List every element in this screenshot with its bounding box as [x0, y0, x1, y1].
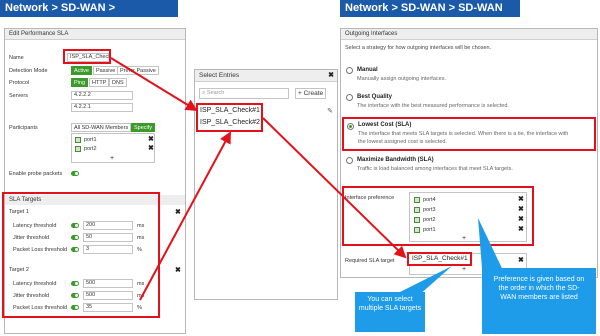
delete-target-1-icon[interactable]: ✖	[175, 209, 181, 217]
required-sla-value[interactable]: ISP_SLA_Check#1	[412, 255, 468, 262]
delete-target-2-icon[interactable]: ✖	[175, 267, 181, 275]
detection-passive-button[interactable]: Passive	[93, 66, 119, 75]
left-breadcrumb-banner: Network > SD-WAN > Performance SLA	[0, 0, 178, 31]
outgoing-header: Outgoing Interfaces	[341, 29, 597, 40]
participant-item[interactable]: port2	[84, 146, 97, 152]
add-sla-button[interactable]: +	[462, 266, 466, 273]
protocol-ping-button[interactable]: Ping	[71, 78, 89, 87]
strategy-intro-text: Select a strategy for how outgoing inter…	[345, 45, 492, 51]
name-highlight-box	[63, 49, 111, 64]
manual-desc: Manually assign outgoing interfaces.	[357, 76, 446, 82]
lowest-cost-desc: The interface that meets SLA targets is …	[358, 131, 569, 137]
search-placeholder: Search	[206, 90, 225, 96]
lowest-cost-highlight-box: Lowest Cost (SLA) The interface that mee…	[342, 117, 596, 151]
best-quality-desc: The interface with the best measured per…	[357, 103, 509, 109]
server-2-input[interactable]: 4.2.2.1	[71, 103, 133, 112]
remove-icon[interactable]: ✖	[148, 136, 154, 144]
best-quality-radio[interactable]	[346, 94, 353, 101]
entry-list-item[interactable]: ISP_SLA_Check#1	[200, 107, 260, 114]
lowest-cost-desc-2: the lowest assigned cost is selected.	[358, 139, 447, 145]
right-breadcrumb-banner: Network > SD-WAN > SD-WAN Rules	[340, 0, 520, 31]
protocol-dns-button[interactable]: DNS	[109, 78, 127, 87]
search-input[interactable]: ⌕ Search	[199, 88, 289, 99]
interface-preference-highlight-box	[342, 186, 534, 246]
servers-label: Servers	[9, 93, 28, 99]
name-label: Name	[9, 55, 24, 61]
port-icon	[75, 137, 81, 143]
maximize-bandwidth-desc: Traffic is load balanced among interface…	[357, 166, 513, 172]
search-icon: ⌕	[202, 90, 206, 96]
manual-title: Manual	[357, 67, 378, 73]
participants-all-button[interactable]: All SD-WAN Members	[71, 123, 132, 132]
callout-preference-order: Preference is given based on the order i…	[482, 268, 596, 334]
participant-item[interactable]: port1	[84, 137, 97, 143]
create-button[interactable]: + Create	[295, 88, 327, 99]
entry-list-item[interactable]: ISP_SLA_Check#2	[200, 119, 260, 126]
dialog-title: Select Entries	[199, 72, 240, 79]
protocol-label: Protocol	[9, 80, 30, 86]
dialog-header: Select Entries	[195, 70, 337, 82]
required-sla-label: Required SLA target	[345, 258, 395, 264]
sla-targets-highlight-box	[2, 192, 160, 318]
participants-list: port1 ✖ port2 ✖ +	[71, 133, 155, 163]
remove-icon[interactable]: ✖	[518, 257, 524, 265]
detection-active-button[interactable]: Active	[71, 66, 92, 75]
probe-packets-toggle[interactable]	[71, 171, 79, 176]
lowest-cost-radio[interactable]	[347, 123, 354, 130]
best-quality-title: Best Quality	[357, 94, 393, 100]
detection-prefer-passive-button[interactable]: Prefer Passive	[117, 66, 159, 75]
callout-select-multiple: You can select multiple SLA targets	[355, 292, 425, 332]
pencil-icon[interactable]: ✎	[327, 107, 333, 115]
probe-packets-label: Enable probe packets	[9, 171, 63, 177]
port-icon	[75, 146, 81, 152]
participants-specify-button[interactable]: Specify	[131, 123, 156, 132]
add-participant-button[interactable]: +	[110, 155, 114, 162]
required-sla-highlight-box: ISP_SLA_Check#1	[407, 252, 472, 266]
lowest-cost-title: Lowest Cost (SLA)	[358, 122, 412, 128]
protocol-http-button[interactable]: HTTP	[89, 78, 110, 87]
select-entries-highlight-box: ISP_SLA_Check#1 ISP_SLA_Check#2	[196, 103, 263, 132]
detection-mode-label: Detection Mode	[9, 68, 48, 74]
panel-header: Edit Performance SLA	[5, 29, 185, 40]
maximize-bandwidth-title: Maximize Bandwidth (SLA)	[357, 157, 434, 163]
close-icon[interactable]: ✖	[328, 72, 334, 80]
remove-icon[interactable]: ✖	[148, 145, 154, 153]
manual-radio[interactable]	[346, 67, 353, 74]
participants-label: Participants	[9, 125, 38, 131]
server-1-input[interactable]: 4.2.2.2	[71, 91, 133, 100]
maximize-bandwidth-radio[interactable]	[346, 157, 353, 164]
